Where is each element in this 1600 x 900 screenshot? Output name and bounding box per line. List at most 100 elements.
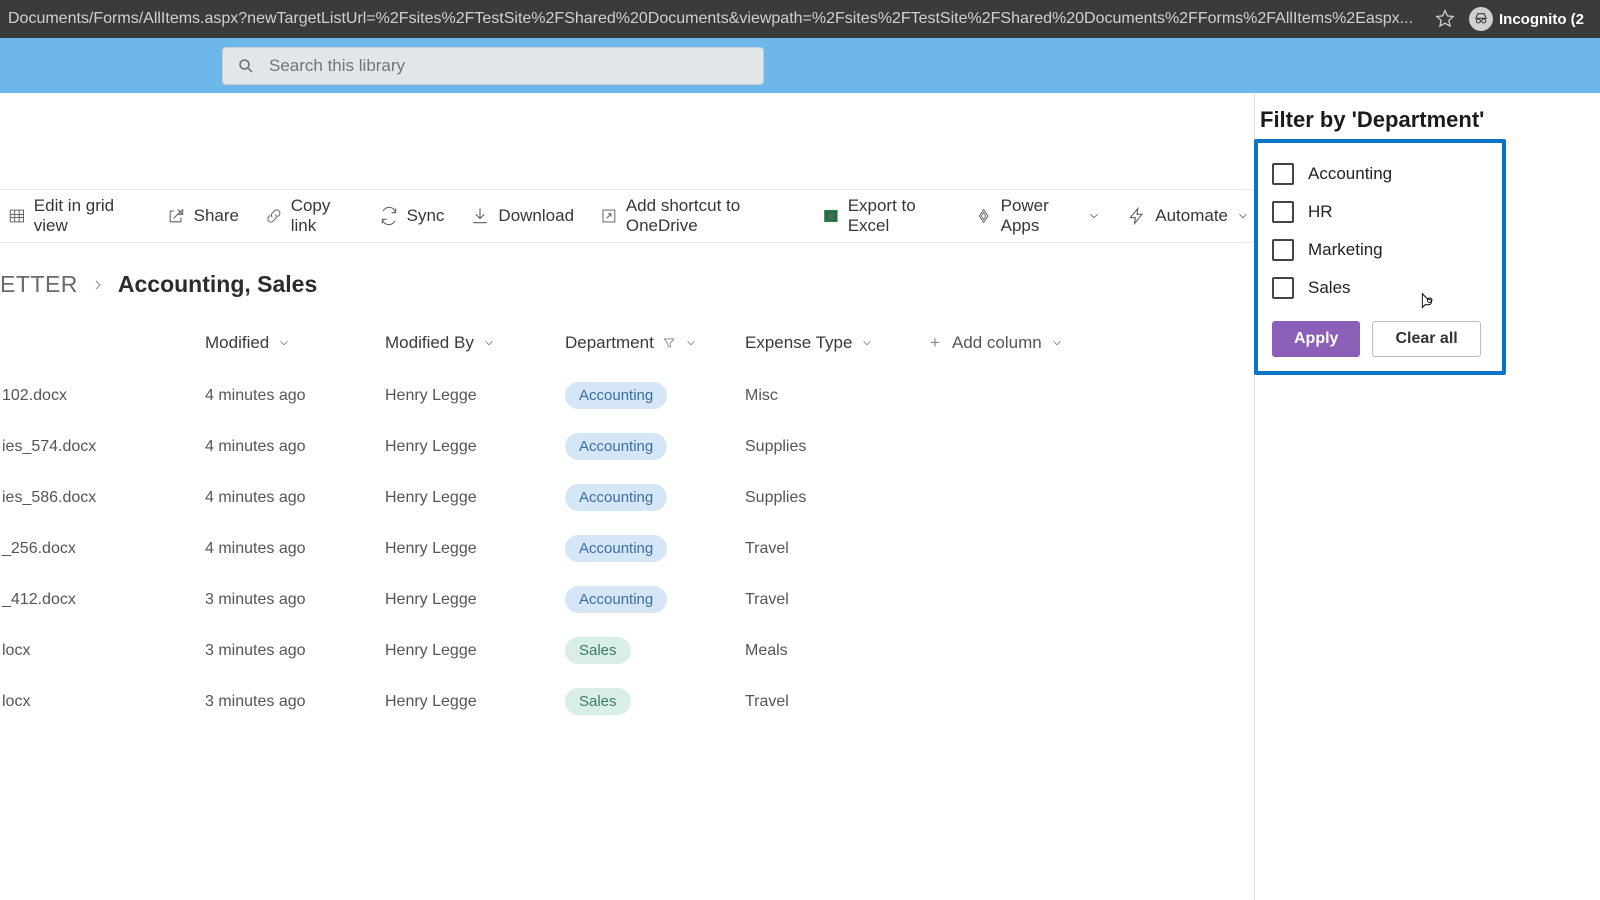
chevron-down-icon [1050,336,1064,350]
checkbox-icon[interactable] [1272,201,1294,223]
modified-cell: 3 minutes ago [205,642,306,659]
plus-icon: + [930,333,940,353]
expense-type-cell: Travel [745,693,789,710]
expense-type-cell: Travel [745,540,789,557]
share-button[interactable]: Share [166,206,239,226]
checkbox-icon[interactable] [1272,163,1294,185]
filter-icon [662,336,676,350]
table-header: Modified Modified By Department Expense … [0,316,1254,370]
modified-by-cell: Henry Legge [385,591,477,608]
column-modified-by[interactable]: Modified By [385,333,496,353]
clear-all-button[interactable]: Clear all [1372,321,1480,357]
add-shortcut-button[interactable]: Add shortcut to OneDrive [600,196,796,236]
modified-cell: 4 minutes ago [205,438,306,455]
apply-button[interactable]: Apply [1272,321,1360,357]
department-pill: Accounting [565,586,667,613]
column-department[interactable]: Department [565,333,698,353]
table-row[interactable]: locx3 minutes agoHenry LeggeSalesMeals [0,625,1254,676]
table-row[interactable]: _412.docx 3 minutes ago Henry Legge Account… [0,574,1254,625]
filter-option-label: Sales [1308,278,1351,298]
file-name[interactable]: 102.docx [2,387,67,404]
department-pill: Sales [565,688,631,715]
chevron-down-icon [1087,209,1101,223]
file-name[interactable]: ies_574.docx [2,438,96,455]
expense-type-cell: Supplies [745,438,806,455]
filter-option-label: HR [1308,202,1333,222]
file-name[interactable]: locx [2,642,30,659]
browser-chrome: Documents/Forms/AllItems.aspx?newTargetL… [0,0,1600,38]
department-pill: Accounting [565,484,667,511]
search-icon [237,57,255,75]
modified-by-cell: Henry Legge [385,438,477,455]
sync-button[interactable]: Sync [379,206,445,226]
modified-by-cell: Henry Legge [385,540,477,557]
filter-option-label: Marketing [1308,240,1383,260]
chevron-down-icon [1236,209,1250,223]
export-excel-button[interactable]: X Export to Excel [822,196,949,236]
download-label: Download [498,206,574,226]
table-row[interactable]: 102.docx4 minutes agoHenry LeggeAccounti… [0,370,1254,421]
power-apps-button[interactable]: Power Apps [975,196,1101,236]
address-bar-url[interactable]: Documents/Forms/AllItems.aspx?newTargetL… [8,10,1435,28]
department-pill: Accounting [565,382,667,409]
checkbox-icon[interactable] [1272,277,1294,299]
expense-type-cell: Travel [745,591,789,608]
column-expense-type[interactable]: Expense Type [745,333,874,353]
modified-by-cell: Henry Legge [385,387,477,404]
filter-option[interactable]: HR [1272,193,1488,231]
table-row[interactable]: locx 3 minutes ago Henry Legge Sales Travel [0,676,1254,727]
filter-panel: Filter by 'Department' Accounting HR Marke… [1254,93,1528,375]
modified-cell: 3 minutes ago [205,591,306,608]
search-box[interactable] [222,47,764,85]
department-pill: Accounting [565,535,667,562]
search-input[interactable] [269,56,749,76]
modified-by-cell: Henry Legge [385,693,477,710]
add-shortcut-label: Add shortcut to OneDrive [626,196,796,236]
chevron-right-icon [90,277,106,293]
download-button[interactable]: Download [470,206,574,226]
export-excel-label: Export to Excel [848,196,950,236]
file-name[interactable]: locx [2,693,30,710]
document-table: Modified Modified By Department Expense … [0,316,1254,727]
share-label: Share [194,206,239,226]
expense-type-cell: Supplies [745,489,806,506]
main-content: Edit in grid view Share Copy link Sync D… [0,93,1254,900]
table-row[interactable]: ies_574.docx4 minutes agoHenry LeggeAcco… [0,421,1254,472]
copy-link-button[interactable]: Copy link [265,196,353,236]
expense-type-cell: Misc [745,387,778,404]
chevron-down-icon [684,336,698,350]
chevron-down-icon [482,336,496,350]
suite-bar [0,38,1600,93]
svg-text:X: X [828,212,833,221]
filter-option[interactable]: Sales [1272,269,1488,307]
modified-cell: 4 minutes ago [205,489,306,506]
power-apps-label: Power Apps [1001,196,1080,236]
checkbox-icon[interactable] [1272,239,1294,261]
edit-grid-label: Edit in grid view [34,196,140,236]
filter-options-box: Accounting HR Marketing Sales Apply Clear a… [1254,139,1506,375]
file-name[interactable]: ies_586.docx [2,489,96,506]
bookmark-star-icon[interactable] [1435,9,1455,29]
modified-by-cell: Henry Legge [385,642,477,659]
incognito-icon [1469,7,1493,31]
add-column-button[interactable]: +Add column [930,333,1064,353]
filter-option-label: Accounting [1308,164,1392,184]
breadcrumb-root[interactable]: ETTER [0,271,78,298]
table-row[interactable]: _256.docx4 minutes agoHenry LeggeAccount… [0,523,1254,574]
edit-grid-button[interactable]: Edit in grid view [8,196,140,236]
table-row[interactable]: ies_586.docx 4 minutes ago Henry Legge Acco… [0,472,1254,523]
automate-button[interactable]: Automate [1127,206,1250,226]
department-pill: Sales [565,637,631,664]
incognito-badge[interactable]: Incognito (2 [1469,7,1584,31]
filter-panel-title: Filter by 'Department' [1260,107,1528,133]
file-name[interactable]: _412.docx [2,591,76,608]
filter-option[interactable]: Marketing [1272,231,1488,269]
column-modified[interactable]: Modified [205,333,291,353]
filter-option[interactable]: Accounting [1272,155,1488,193]
modified-cell: 3 minutes ago [205,693,306,710]
file-name[interactable]: _256.docx [2,540,76,557]
modified-by-cell: Henry Legge [385,489,477,506]
command-bar: Edit in grid view Share Copy link Sync D… [0,189,1254,243]
breadcrumb-current: Accounting, Sales [118,271,317,298]
chevron-down-icon [277,336,291,350]
